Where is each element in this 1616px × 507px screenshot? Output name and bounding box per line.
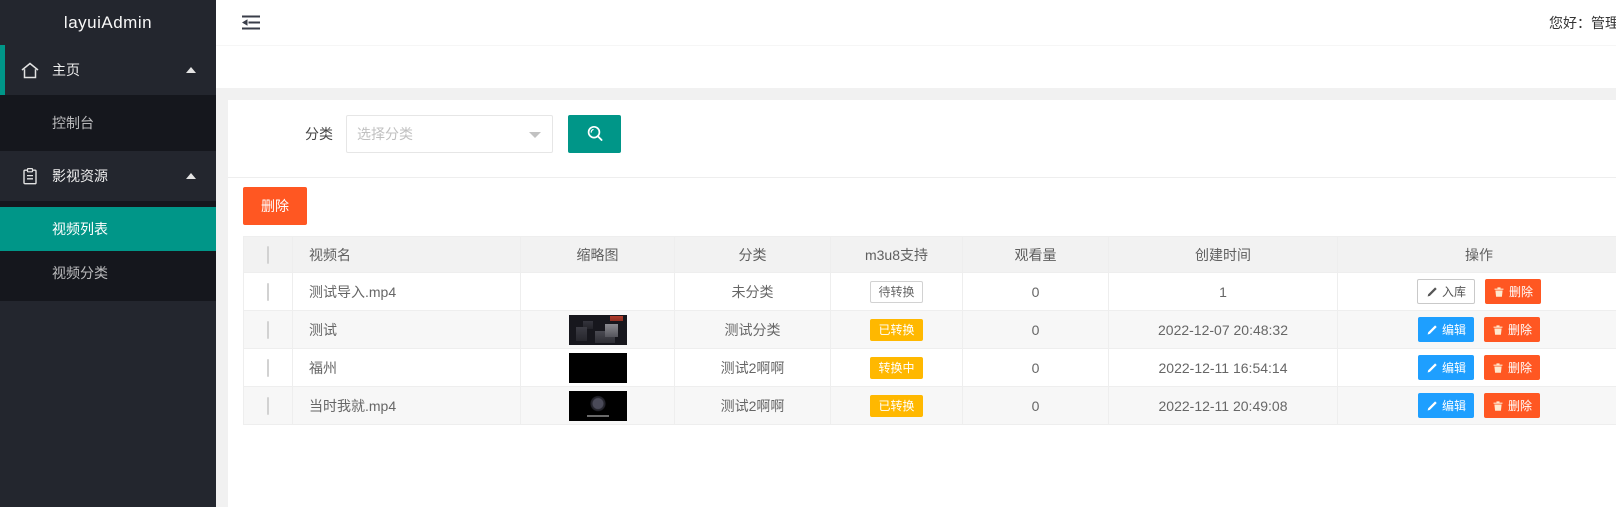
user-greeting[interactable]: 您好：管理 — [1549, 13, 1616, 33]
app-logo: layuiAdmin — [0, 0, 216, 45]
category-cell: 未分类 — [675, 273, 831, 311]
sidebar-item-home[interactable]: 主页 — [0, 45, 216, 95]
search-icon — [584, 123, 606, 145]
import-button[interactable]: 入库 — [1417, 279, 1475, 304]
video-table: 视频名 缩略图 分类 m3u8支持 观看量 创建时间 操作 测试导入.mp4 — [243, 236, 1616, 425]
top-bar: 您好：管理 — [216, 0, 1616, 45]
column-header-views: 观看量 — [963, 237, 1109, 273]
column-header-thumbnail: 缩略图 — [521, 237, 675, 273]
sidebar: layuiAdmin 主页 控制台 影视资源 视频列表 视频分类 — [0, 0, 216, 507]
table-row: 测试 测试分类 已转换 0 2022-12-07 20:48:32 编辑 — [244, 311, 1616, 349]
delete-button[interactable]: 删除 — [1484, 393, 1540, 418]
thumbnail-cell — [521, 273, 675, 311]
search-button[interactable] — [568, 115, 621, 153]
sidebar-item-console[interactable]: 控制台 — [0, 101, 216, 145]
category-select[interactable]: 选择分类 — [346, 115, 553, 153]
video-thumbnail — [569, 315, 627, 345]
collapse-sidebar-icon[interactable] — [241, 14, 261, 31]
video-name: 福州 — [293, 349, 521, 387]
table-row: 福州 测试2啊啊 转换中 0 2022-12-11 16:54:14 编辑 — [244, 349, 1616, 387]
trash-icon — [1492, 362, 1504, 374]
main-area: 您好：管理 分类 选择分类 删除 — [216, 0, 1616, 507]
table-row: 当时我就.mp4 测试2啊啊 已转换 0 2022-12-11 20:49:08… — [244, 387, 1616, 425]
video-thumbnail — [569, 391, 627, 421]
sidebar-submenu-media: 视频列表 视频分类 — [0, 201, 216, 301]
video-name: 测试 — [293, 311, 521, 349]
batch-delete-button[interactable]: 删除 — [243, 187, 307, 225]
column-header-m3u8: m3u8支持 — [831, 237, 963, 273]
active-stripe — [0, 45, 5, 95]
edit-button[interactable]: 编辑 — [1418, 393, 1474, 418]
content-area: 分类 选择分类 删除 — [216, 88, 1616, 507]
category-cell: 测试2啊啊 — [675, 349, 831, 387]
column-header-created: 创建时间 — [1109, 237, 1338, 273]
created-cell: 1 — [1109, 273, 1338, 311]
video-list-card: 分类 选择分类 删除 — [228, 100, 1616, 507]
m3u8-status-badge: 转换中 — [870, 357, 922, 379]
created-cell: 2022-12-07 20:48:32 — [1109, 311, 1338, 349]
column-header-name: 视频名 — [293, 237, 521, 273]
sidebar-submenu-home: 控制台 — [0, 95, 216, 151]
edit-button[interactable]: 编辑 — [1418, 317, 1474, 342]
chevron-up-icon — [186, 173, 196, 179]
tab-strip — [216, 45, 1616, 88]
video-thumbnail — [569, 353, 627, 383]
sidebar-item-media-resources[interactable]: 影视资源 — [0, 151, 216, 201]
divider — [228, 177, 1616, 178]
trash-icon — [1492, 400, 1504, 412]
delete-button[interactable]: 删除 — [1485, 279, 1541, 304]
created-cell: 2022-12-11 16:54:14 — [1109, 349, 1338, 387]
m3u8-status-badge: 已转换 — [870, 319, 922, 341]
edit-pencil-icon — [1426, 286, 1438, 298]
video-name: 当时我就.mp4 — [293, 387, 521, 425]
delete-button[interactable]: 删除 — [1484, 317, 1540, 342]
video-name: 测试导入.mp4 — [293, 273, 521, 311]
chevron-down-icon — [529, 132, 541, 138]
select-all-checkbox[interactable] — [267, 246, 269, 264]
filter-form: 分类 选择分类 — [243, 115, 1616, 153]
views-cell: 0 — [963, 387, 1109, 425]
sidebar-item-video-list[interactable]: 视频列表 — [0, 207, 216, 251]
edit-pencil-icon — [1426, 400, 1438, 412]
delete-button[interactable]: 删除 — [1484, 355, 1540, 380]
row-checkbox[interactable] — [267, 283, 269, 301]
sidebar-item-video-category[interactable]: 视频分类 — [0, 251, 216, 295]
edit-pencil-icon — [1426, 324, 1438, 336]
created-cell: 2022-12-11 20:49:08 — [1109, 387, 1338, 425]
edit-pencil-icon — [1426, 362, 1438, 374]
column-header-actions: 操作 — [1338, 237, 1616, 273]
table-row: 测试导入.mp4 未分类 待转换 0 1 入库 — [244, 273, 1616, 311]
row-checkbox[interactable] — [267, 397, 269, 415]
row-checkbox[interactable] — [267, 359, 269, 377]
chevron-up-icon — [186, 67, 196, 73]
row-checkbox[interactable] — [267, 321, 269, 339]
category-cell: 测试2啊啊 — [675, 387, 831, 425]
m3u8-status-badge: 已转换 — [870, 395, 922, 417]
category-filter-label: 分类 — [305, 124, 333, 144]
views-cell: 0 — [963, 311, 1109, 349]
table-header-row: 视频名 缩略图 分类 m3u8支持 观看量 创建时间 操作 — [244, 237, 1616, 273]
views-cell: 0 — [963, 273, 1109, 311]
home-icon — [20, 61, 40, 80]
m3u8-status-badge: 待转换 — [870, 281, 922, 303]
clipboard-icon — [20, 167, 40, 186]
sidebar-item-label: 主页 — [52, 60, 186, 80]
column-header-category: 分类 — [675, 237, 831, 273]
category-select-placeholder: 选择分类 — [357, 124, 413, 144]
views-cell: 0 — [963, 349, 1109, 387]
edit-button[interactable]: 编辑 — [1418, 355, 1474, 380]
trash-icon — [1493, 286, 1505, 298]
category-cell: 测试分类 — [675, 311, 831, 349]
trash-icon — [1492, 324, 1504, 336]
sidebar-item-label: 影视资源 — [52, 166, 186, 186]
